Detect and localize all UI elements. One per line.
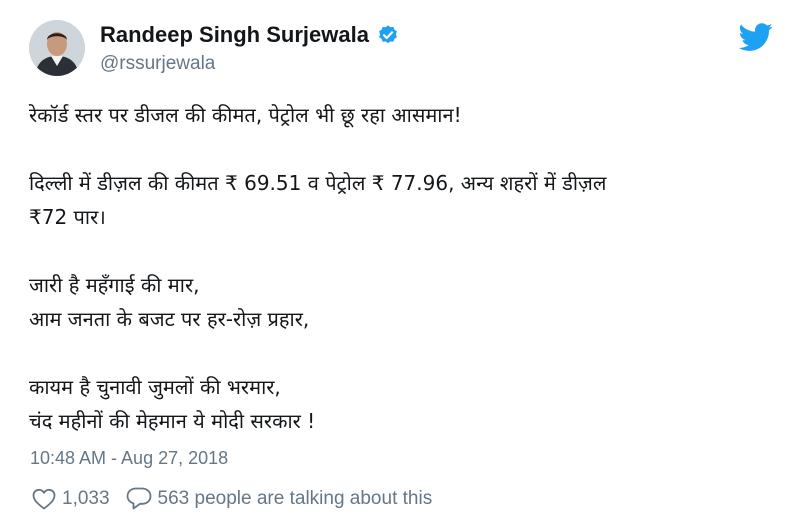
reply-button[interactable]: 563 people are talking about this [126, 487, 433, 510]
tweet-paragraph: रेकॉर्ड स्तर पर डीजल की कीमत, पेट्रोल भी… [29, 103, 462, 127]
avatar[interactable] [29, 20, 85, 76]
engagement-bar: 1,033 563 people are talking about this [32, 487, 448, 510]
avatar-image [29, 20, 85, 76]
tweet-paragraph: दिल्ली में डीज़ल की कीमत ₹ 69.51 व पेट्र… [29, 171, 607, 229]
tweet-text: रेकॉर्ड स्तर पर डीजल की कीमत, पेट्रोल भी… [29, 98, 789, 438]
twitter-bird-icon[interactable] [739, 20, 773, 54]
author-display-name[interactable]: Randeep Singh Surjewala [100, 22, 369, 48]
author-handle[interactable]: @rssurjewala [100, 53, 215, 75]
heart-icon [32, 488, 56, 509]
conversation-count: 563 people are talking about this [157, 487, 433, 509]
tweet-timestamp[interactable]: 10:48 AM - Aug 27, 2018 [30, 448, 228, 469]
like-count: 1,033 [62, 487, 110, 509]
verified-badge-icon [379, 25, 397, 44]
like-button[interactable]: 1,033 [32, 488, 110, 510]
tweet-paragraph: जारी है महँगाई की मार, आम जनता के बजट पर… [29, 273, 310, 331]
author-header: Randeep Singh Surjewala [100, 22, 399, 48]
tweet-paragraph: कायम है चुनावी जुमलों की भरमार, चंद महीन… [29, 375, 316, 433]
speech-bubble-icon [126, 487, 151, 510]
